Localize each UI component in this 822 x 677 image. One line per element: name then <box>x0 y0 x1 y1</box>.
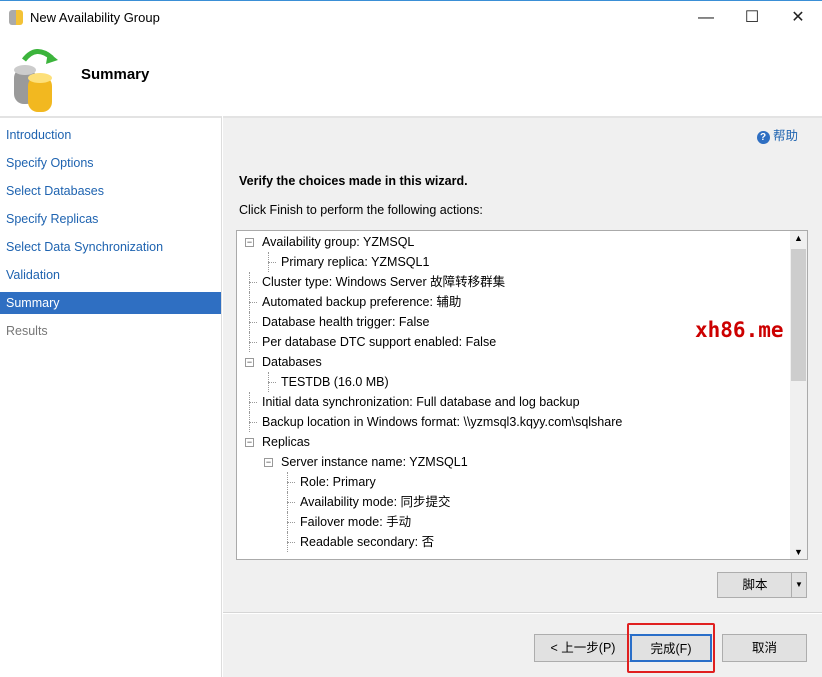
tree-connector <box>249 422 257 423</box>
collapse-icon[interactable]: − <box>264 458 273 467</box>
tree-connector <box>249 302 257 303</box>
tree-connector <box>287 512 288 532</box>
tree-item[interactable]: Readable secondary: 否 <box>300 532 434 552</box>
nav-item-validation[interactable]: Validation <box>0 264 221 286</box>
tree-connector <box>249 342 257 343</box>
nav-item-results: Results <box>6 324 48 338</box>
previous-button[interactable]: < 上一步(P) <box>534 634 632 662</box>
tree-item[interactable]: Server instance name: YZMSQL1 <box>281 452 468 472</box>
tree-connector <box>268 252 269 272</box>
script-label: 脚本 <box>742 578 768 592</box>
script-button[interactable]: 脚本 ▼ <box>717 572 807 598</box>
tree-item[interactable]: Role: Primary <box>300 472 376 492</box>
tree-connector <box>249 272 250 292</box>
tree-item[interactable]: Databases <box>262 352 322 372</box>
tree-connector <box>249 312 250 332</box>
divider <box>223 612 822 614</box>
tree-connector <box>249 282 257 283</box>
tree-connector <box>249 402 257 403</box>
finish-button[interactable]: 完成(F) <box>630 634 712 662</box>
tree-item[interactable]: Automated backup preference: 辅助 <box>262 292 461 312</box>
database-sync-icon <box>14 49 58 112</box>
tree-connector <box>249 392 250 412</box>
maximize-button[interactable]: ☐ <box>732 5 772 31</box>
tree-connector <box>249 322 257 323</box>
tree-connector <box>287 502 295 503</box>
tree-item[interactable]: Backup location in Windows format: \\yzm… <box>262 412 622 432</box>
wizard-nav: Introduction Specify Options Select Databa… <box>0 116 222 677</box>
scroll-down-arrow[interactable]: ▼ <box>794 547 803 557</box>
tree-connector <box>249 332 250 352</box>
cancel-button[interactable]: 取消 <box>722 634 807 662</box>
tree-item[interactable]: Cluster type: Windows Server 故障转移群集 <box>262 272 505 292</box>
summary-panel: ? 帮助 Verify the choices made in this wiz… <box>223 116 822 677</box>
summary-tree[interactable]: ▲ ▼ − Availability group: YZMSQL Primary r… <box>236 230 808 560</box>
vertical-scrollbar[interactable]: ▲ ▼ <box>790 231 807 559</box>
collapse-icon[interactable]: − <box>245 438 254 447</box>
tree-item[interactable]: Per database DTC support enabled: False <box>262 332 496 352</box>
tree-connector <box>249 412 250 432</box>
wizard-header: Summary <box>0 34 822 116</box>
minimize-button[interactable]: — <box>686 5 726 31</box>
tree-connector <box>268 372 269 392</box>
instruction-text: Click Finish to perform the following ac… <box>239 203 483 217</box>
app-icon <box>9 10 23 25</box>
page-title: Summary <box>81 66 150 83</box>
close-button[interactable]: ✕ <box>778 5 818 31</box>
tree-item[interactable]: Primary replica: YZMSQL1 <box>281 252 429 272</box>
tree-connector <box>249 292 250 312</box>
nav-item-specify-replicas[interactable]: Specify Replicas <box>0 208 221 230</box>
scroll-up-arrow[interactable]: ▲ <box>794 233 803 243</box>
tree-connector <box>287 542 295 543</box>
tree-item[interactable]: Failover mode: 手动 <box>300 512 411 532</box>
tree-connector <box>268 262 276 263</box>
tree-connector <box>287 472 288 492</box>
window-title: New Availability Group <box>30 10 160 25</box>
tree-item[interactable]: Initial data synchronization: Full datab… <box>262 392 580 412</box>
tree-item[interactable]: Replicas <box>262 432 310 452</box>
watermark: xh86.me <box>695 318 784 342</box>
tree-connector <box>287 492 288 512</box>
help-icon: ? <box>756 131 770 144</box>
tree-connector <box>287 522 295 523</box>
nav-item-select-data-synchronization[interactable]: Select Data Synchronization <box>0 236 221 258</box>
collapse-icon[interactable]: − <box>245 238 254 247</box>
tree-connector <box>268 382 276 383</box>
tree-item[interactable]: Availability group: YZMSQL <box>262 232 414 252</box>
chevron-down-icon[interactable]: ▼ <box>791 573 806 597</box>
nav-item-specify-options[interactable]: Specify Options <box>0 152 221 174</box>
tree-connector <box>287 482 295 483</box>
help-label: 帮助 <box>772 129 798 143</box>
tree-item[interactable]: Availability mode: 同步提交 <box>300 492 451 512</box>
collapse-icon[interactable]: − <box>245 358 254 367</box>
help-link[interactable]: ? 帮助 <box>756 125 798 144</box>
tree-connector <box>287 532 288 552</box>
nav-item-select-databases[interactable]: Select Databases <box>0 180 221 202</box>
verify-heading: Verify the choices made in this wizard. <box>239 174 468 188</box>
tree-item[interactable]: TESTDB (16.0 MB) <box>281 372 389 392</box>
scrollbar-thumb[interactable] <box>791 249 806 381</box>
title-bar: New Availability Group — ☐ ✕ <box>0 0 822 34</box>
nav-item-introduction[interactable]: Introduction <box>0 124 221 146</box>
tree-item[interactable]: Database health trigger: False <box>262 312 429 332</box>
nav-item-summary[interactable]: Summary <box>0 292 221 314</box>
